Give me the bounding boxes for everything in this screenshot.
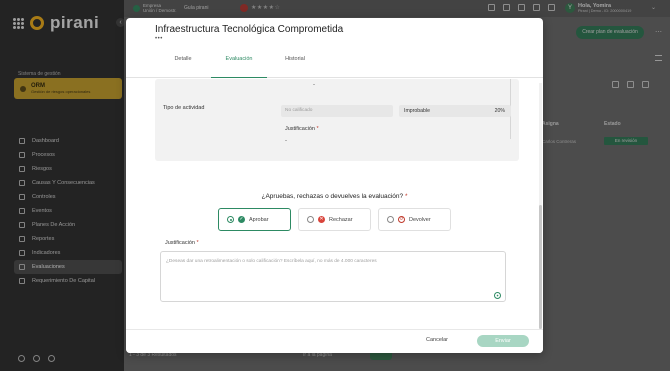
check-circle-icon: ✓ (238, 216, 245, 223)
return-label: Devolver (409, 216, 431, 223)
tab-historial[interactable]: Historial (282, 56, 308, 78)
decision-question: ¿Apruebas, rechazas o devuelves la evalu… (261, 193, 408, 200)
probability-value: 20% (494, 108, 505, 114)
tab-detalle[interactable]: Detalle (170, 56, 196, 78)
approve-radio[interactable] (227, 216, 234, 223)
scrollbar-thumb[interactable] (539, 205, 542, 329)
not-qualified-field: No calificado (281, 105, 393, 117)
card-top-value: - (313, 82, 315, 88)
modal-more-icon[interactable]: ••• (155, 36, 163, 42)
reject-radio[interactable] (307, 216, 314, 223)
modal-scrollbar[interactable] (539, 83, 542, 329)
card-justification-label: Justificación * (285, 126, 319, 132)
approve-option[interactable]: ✓ Aprobar (218, 208, 291, 231)
justification-label: Justificación * (165, 240, 199, 246)
probability-field: Improbable 20% (399, 105, 511, 117)
modal-footer: Cancelar Enviar (126, 329, 543, 353)
x-circle-icon: ✕ (318, 216, 325, 223)
tab-evaluacion[interactable]: Evaluación (211, 56, 267, 78)
decision-options: ✓ Aprobar ✕ Rechazar ↺ Devolver (218, 208, 451, 231)
modal-scroll-area: - Tipo de actividad No calificado Improb… (126, 79, 543, 329)
evaluation-summary-card: - Tipo de actividad No calificado Improb… (155, 79, 519, 161)
modal-tabs: Detalle Evaluación Historial (126, 49, 543, 78)
return-circle-icon: ↺ (398, 216, 405, 223)
ai-assist-icon[interactable]: ✦ (494, 292, 501, 299)
approve-label: Aprobar (249, 216, 269, 223)
modal-title: Infraestructura Tecnológica Comprometida (155, 24, 344, 35)
cancel-button[interactable]: Cancelar (426, 337, 448, 343)
justification-textarea[interactable]: ¿Deseas dar una retroalimentación o solo… (160, 251, 506, 302)
probability-label: Improbable (404, 108, 430, 114)
reject-option[interactable]: ✕ Rechazar (298, 208, 371, 231)
evaluation-modal: Infraestructura Tecnológica Comprometida… (126, 18, 543, 353)
return-radio[interactable] (387, 216, 394, 223)
return-option[interactable]: ↺ Devolver (378, 208, 451, 231)
send-button[interactable]: Enviar (477, 335, 529, 347)
card-justification-value: - (285, 138, 287, 144)
reject-label: Rechazar (329, 216, 353, 223)
activity-type-label: Tipo de actividad (163, 105, 205, 111)
